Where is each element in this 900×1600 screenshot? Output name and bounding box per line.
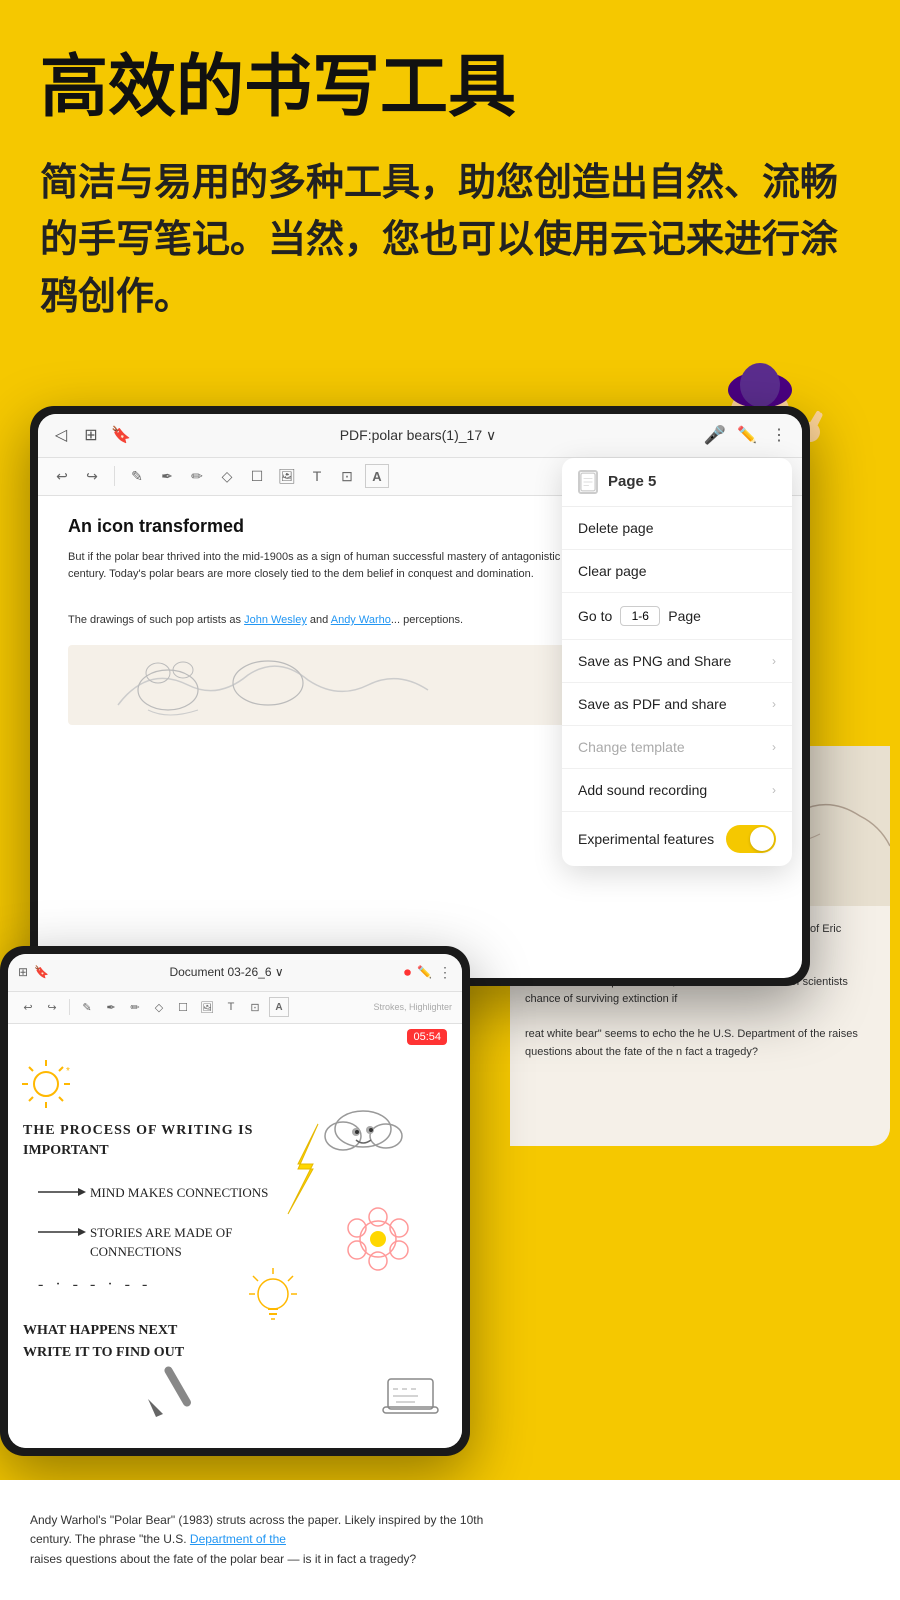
bottom-text-1: Andy Warhol's "Polar Bear" (1983) struts… xyxy=(30,1511,870,1530)
add-sound-chevron: › xyxy=(772,783,776,797)
delete-page-item[interactable]: Delete page xyxy=(562,507,792,550)
handwriting-svg: * THE PROCESS OF WRITING IS IMPORTANT MI… xyxy=(8,1024,453,1444)
main-title: 高效的书写工具 xyxy=(40,50,860,125)
small-separator xyxy=(69,999,70,1015)
goto-row: Go to Page xyxy=(578,606,701,626)
select-icon[interactable]: ☐ xyxy=(245,464,269,488)
delete-page-label: Delete page xyxy=(578,520,654,536)
strokes-label: Strokes, Highlighter xyxy=(373,1002,452,1012)
add-sound-label: Add sound recording xyxy=(578,782,707,798)
image-icon[interactable]: 🖼 xyxy=(275,464,299,488)
svg-text:WHAT HAPPENS NEXT: WHAT HAPPENS NEXT xyxy=(23,1323,178,1338)
highlighter-icon[interactable]: ◇ xyxy=(215,464,239,488)
save-png-label: Save as PNG and Share xyxy=(578,653,731,669)
small-highlighter-icon[interactable]: ◇ xyxy=(149,997,169,1017)
change-template-label: Change template xyxy=(578,739,685,755)
small-marker-icon[interactable]: ✏ xyxy=(125,997,145,1017)
bottom-text-3: raises questions about the fate of the p… xyxy=(30,1550,870,1569)
pencil-icon[interactable]: ✎ xyxy=(125,464,149,488)
save-pdf-item[interactable]: Save as PDF and share › xyxy=(562,683,792,726)
pen-edit-icon[interactable]: ✏️ xyxy=(736,424,758,446)
dropdown-menu: Page 5 Delete page Clear page Go to Page xyxy=(562,458,792,866)
small-pen-toolbar: ↩ ↪ ✎ ✒ ✏ ◇ ☐ 🖼 T ⊡ A Strokes, Highlight… xyxy=(8,992,462,1024)
more-options-icon[interactable]: ⋮ xyxy=(768,424,790,446)
header-section: 高效的书写工具 简洁与易用的多种工具，助您创造出自然、流畅的手写笔记。当然，您也… xyxy=(0,0,900,366)
svg-text:CONNECTIONS: CONNECTIONS xyxy=(90,1244,182,1259)
tablet-main: ◁ ⊞ 🔖 PDF:polar bears(1)_17 ∨ 🎤 ✏️ ⋮ ↩ ↪… xyxy=(30,406,810,986)
experimental-item[interactable]: Experimental features xyxy=(562,812,792,866)
goto-label: Go to xyxy=(578,608,612,624)
panel-text-3: reat white bear" seems to echo the he U.… xyxy=(525,1026,875,1061)
small-text-icon[interactable]: T xyxy=(221,997,241,1017)
svg-text:WRITE IT TO FIND OUT: WRITE IT TO FIND OUT xyxy=(23,1345,185,1360)
undo-icon[interactable]: ↩ xyxy=(50,464,74,488)
svg-text:- · - - · - -: - · - - · - - xyxy=(38,1276,151,1293)
save-png-chevron: › xyxy=(772,654,776,668)
text-box-icon[interactable]: T xyxy=(305,464,329,488)
bottom-strip: Andy Warhol's "Polar Bear" (1983) struts… xyxy=(0,1480,900,1600)
small-toolbar: ⊞ 🔖 Document 03-26_6 ∨ ⏺ ✏️ ⋮ xyxy=(8,954,462,992)
small-doc-title[interactable]: Document 03-26_6 ∨ xyxy=(49,965,404,979)
toggle-knob xyxy=(750,827,774,851)
microphone-icon[interactable]: 🎤 xyxy=(704,424,726,446)
save-pdf-label: Save as PDF and share xyxy=(578,696,727,712)
bookmark-icon[interactable]: 🔖 xyxy=(110,424,132,446)
svg-text:IMPORTANT: IMPORTANT xyxy=(23,1143,109,1158)
small-image-icon[interactable]: 🖼 xyxy=(197,997,217,1017)
subtitle-text: 简洁与易用的多种工具，助您创造出自然、流畅的手写笔记。当然，您也可以使用云记来进… xyxy=(40,155,860,326)
dropdown-header: Page 5 xyxy=(562,458,792,507)
document-title[interactable]: PDF:polar bears(1)_17 ∨ xyxy=(132,427,704,444)
goto-input[interactable] xyxy=(620,606,660,626)
bottom-text-2: century. The phrase "the U.S. Department… xyxy=(30,1530,870,1549)
small-grid-icon[interactable]: ⊞ xyxy=(18,965,28,979)
small-pencil-icon[interactable]: ✎ xyxy=(77,997,97,1017)
small-select-icon[interactable]: ☐ xyxy=(173,997,193,1017)
clear-page-label: Clear page xyxy=(578,563,647,579)
dropdown-page-title: Page 5 xyxy=(608,473,656,490)
small-redo-icon[interactable]: ↪ xyxy=(42,997,62,1017)
experimental-toggle[interactable] xyxy=(726,825,776,853)
fountain-pen-icon[interactable]: ✒ xyxy=(155,464,179,488)
clear-page-item[interactable]: Clear page xyxy=(562,550,792,593)
svg-text:MIND MAKES CONNECTIONS: MIND MAKES CONNECTIONS xyxy=(90,1185,268,1200)
save-pdf-chevron: › xyxy=(772,697,776,711)
change-template-chevron: › xyxy=(772,740,776,754)
small-more-icon[interactable]: ⋮ xyxy=(438,964,452,981)
small-bookmark-icon[interactable]: 🔖 xyxy=(34,965,49,979)
svg-text:STORIES ARE MADE OF: STORIES ARE MADE OF xyxy=(90,1225,232,1240)
grid-icon[interactable]: ⊞ xyxy=(80,424,102,446)
back-icon[interactable]: ◁ xyxy=(50,424,72,446)
font-icon[interactable]: A xyxy=(365,464,389,488)
small-undo-icon[interactable]: ↩ xyxy=(18,997,38,1017)
redo-icon[interactable]: ↪ xyxy=(80,464,104,488)
save-png-item[interactable]: Save as PNG and Share › xyxy=(562,640,792,683)
main-toolbar: ◁ ⊞ 🔖 PDF:polar bears(1)_17 ∨ 🎤 ✏️ ⋮ xyxy=(38,414,802,458)
page-suffix-label: Page xyxy=(668,608,701,624)
small-edit-icon[interactable]: ✏️ xyxy=(417,965,432,979)
crop-icon[interactable]: ⊡ xyxy=(335,464,359,488)
tablet-small: ⊞ 🔖 Document 03-26_6 ∨ ⏺ ✏️ ⋮ ↩ ↪ ✎ ✒ ✏ … xyxy=(0,946,470,1456)
experimental-label: Experimental features xyxy=(578,831,714,847)
goto-page-item[interactable]: Go to Page xyxy=(562,593,792,640)
page-icon xyxy=(578,470,598,494)
svg-text:THE PROCESS OF WRITING IS: THE PROCESS OF WRITING IS xyxy=(23,1123,253,1138)
dept-link[interactable]: Department of the xyxy=(190,1532,286,1546)
small-font-icon[interactable]: A xyxy=(269,997,289,1017)
small-record-icon[interactable]: ⏺ xyxy=(404,964,411,981)
small-crop-icon[interactable]: ⊡ xyxy=(245,997,265,1017)
svg-text:*: * xyxy=(66,1066,70,1077)
add-sound-item[interactable]: Add sound recording › xyxy=(562,769,792,812)
handwriting-area: 05:54 * THE PROCESS OF WRITI xyxy=(8,1024,462,1448)
devices-container: ◁ ⊞ 🔖 PDF:polar bears(1)_17 ∨ 🎤 ✏️ ⋮ ↩ ↪… xyxy=(0,406,900,1456)
change-template-item[interactable]: Change template › xyxy=(562,726,792,769)
marker-icon[interactable]: ✏ xyxy=(185,464,209,488)
small-fountain-icon[interactable]: ✒ xyxy=(101,997,121,1017)
toolbar-separator xyxy=(114,466,115,486)
